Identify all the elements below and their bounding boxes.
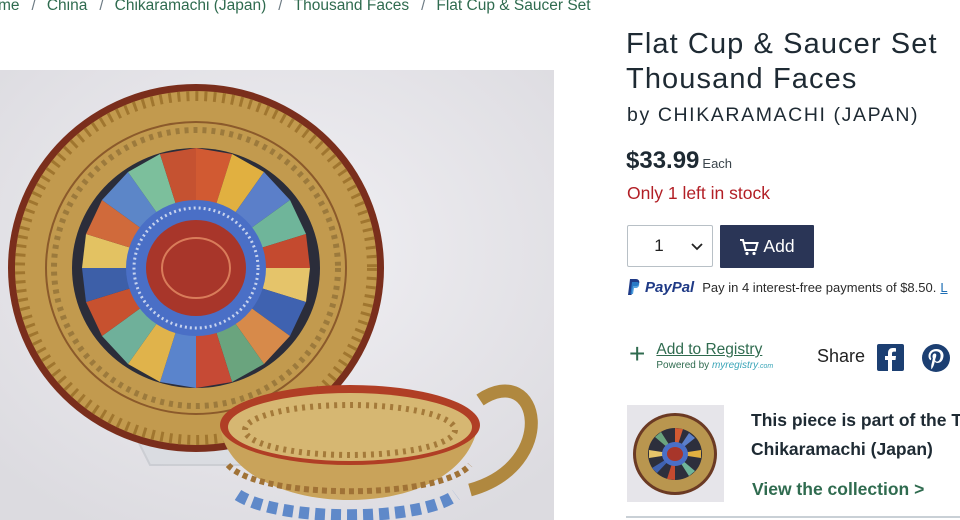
pinterest-icon[interactable] [922, 344, 950, 372]
product-title-line2: Thousand Faces [626, 63, 858, 95]
product-title-line1: Flat Cup & Saucer Set [626, 28, 938, 60]
add-to-registry[interactable]: + Add to Registry Powered by myregistry.… [629, 338, 773, 372]
breadcrumb-home[interactable]: me [0, 0, 20, 14]
breadcrumb: me / China / Chikaramachi (Japan) / Thousand F… [0, 0, 591, 19]
cart-icon [740, 238, 760, 255]
price: $33.99 Each [626, 147, 732, 175]
collection-text-line1: This piece is part of the Tho [751, 410, 960, 430]
product-image[interactable] [0, 70, 554, 520]
collection-thumbnail[interactable] [627, 405, 724, 502]
paypal-icon [628, 279, 640, 295]
price-amount: $33.99 [626, 147, 700, 174]
breadcrumb-brand[interactable]: Chikaramachi (Japan) [115, 0, 267, 14]
collection-description: This piece is part of the Tho Chikaramac… [751, 406, 960, 464]
powered-prefix: Powered by [656, 360, 710, 371]
myregistry-suffix: .com [758, 363, 774, 370]
cup-saucer-illustration [0, 70, 554, 520]
view-collection-link[interactable]: View the collection > [752, 479, 924, 500]
breadcrumb-separator: / [31, 0, 36, 14]
paypal-text: Pay in 4 interest-free payments of $8.50… [702, 279, 937, 295]
add-to-registry-link[interactable]: Add to Registry [656, 341, 773, 359]
quantity-value: 1 [654, 236, 664, 255]
chevron-down-icon [691, 243, 703, 251]
breadcrumb-current[interactable]: Flat Cup & Saucer Set [436, 0, 590, 14]
add-button-label: Add [763, 236, 795, 256]
paypal-learn-more-link[interactable]: L [940, 280, 947, 295]
product-title: Flat Cup & Saucer Set Thousand Faces [626, 27, 938, 97]
facebook-icon[interactable] [877, 344, 904, 371]
breadcrumb-pattern[interactable]: Thousand Faces [294, 0, 409, 14]
share-label: Share [817, 346, 866, 366]
stock-status: Only 1 left in stock [627, 183, 770, 203]
price-unit: Each [702, 156, 733, 171]
paypal-brand: PayPal [645, 278, 695, 296]
collection-text-line2: Chikaramachi (Japan) [751, 439, 933, 459]
divider [626, 516, 960, 518]
myregistry-logo: myregistry [711, 360, 759, 371]
breadcrumb-separator: / [99, 0, 104, 14]
product-byline[interactable]: by CHIKARAMACHI (JAPAN) [627, 104, 919, 127]
breadcrumb-china[interactable]: China [47, 0, 88, 14]
add-to-cart-button[interactable]: Add [720, 225, 814, 268]
breadcrumb-separator: / [421, 0, 426, 14]
quantity-select[interactable]: 1 [627, 225, 713, 267]
breadcrumb-separator: / [278, 0, 283, 14]
paypal-message: PayPal Pay in 4 interest-free payments o… [627, 278, 948, 296]
powered-by: Powered by myregistry.com [656, 360, 773, 371]
plus-icon: + [629, 338, 646, 369]
